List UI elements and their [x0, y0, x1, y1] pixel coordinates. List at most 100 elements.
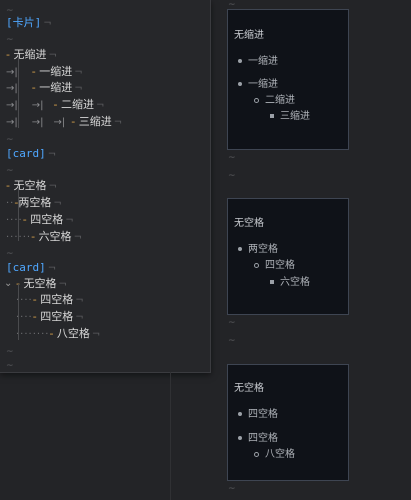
end-marker: ~	[228, 318, 236, 328]
bullet-circle-icon	[254, 451, 259, 457]
tab-marker: →|	[6, 117, 18, 128]
list-item: 四空格	[238, 429, 278, 444]
list-item-text: 四空格	[30, 213, 64, 226]
editor-line-empty[interactable]: ~	[6, 31, 14, 47]
editor-line-list-item[interactable]: →| →| - 二缩进 ¬	[6, 97, 104, 113]
list-dash: -	[32, 310, 37, 323]
list-dash: -	[6, 179, 10, 192]
card-tag: [card]	[6, 261, 46, 274]
list-item-text: 无空格	[23, 277, 57, 290]
list-item-text: 两空格	[18, 196, 52, 209]
editor-line-list-item[interactable]: →| →| →| - 三缩进 ¬	[6, 114, 122, 130]
list-item-text: 一缩进	[39, 65, 73, 78]
editor-line-card-tag[interactable]: [card] ¬	[6, 146, 56, 162]
newline-marker: ¬	[95, 100, 105, 111]
editor-line-empty[interactable]: ~	[6, 131, 14, 147]
list-item-text: 一缩进	[39, 81, 73, 94]
newline-marker: ¬	[74, 83, 83, 94]
editor-line-list-item[interactable]: ····- 四空格 ¬	[6, 212, 74, 228]
bullet-disc-icon	[238, 247, 242, 251]
list-item: 三缩进	[270, 107, 310, 122]
list-item: 八空格	[254, 445, 295, 460]
card-title: 无空格	[234, 218, 264, 229]
end-marker: ~	[6, 347, 14, 357]
end-marker: ~	[228, 336, 236, 346]
list-dash: -	[49, 327, 54, 340]
newline-marker: ¬	[113, 117, 123, 128]
list-item-text: 二缩进	[60, 98, 94, 111]
end-marker: ~	[228, 153, 236, 163]
newline-marker: ¬	[47, 149, 57, 160]
list-dash: -	[6, 48, 10, 61]
list-item-text: 四空格	[40, 293, 74, 306]
newline-marker: ¬	[75, 312, 84, 323]
bullet-disc-icon	[238, 412, 242, 416]
list-item-text: 六空格	[38, 230, 72, 243]
card-tag: [card]	[6, 147, 46, 160]
tab-marker: →|	[31, 117, 44, 128]
list-item-text: 三缩进	[78, 115, 112, 128]
tab-marker: →|	[6, 83, 18, 94]
preview-card: 无空格 四空格 四空格 八空格	[227, 364, 349, 481]
newline-marker: ¬	[43, 18, 52, 29]
editor-line-list-item[interactable]: - 无空格 ¬	[6, 178, 57, 194]
end-marker: ~	[228, 171, 236, 181]
pane-divider	[170, 372, 171, 500]
list-dash: -	[31, 81, 36, 94]
list-dash: -	[53, 98, 58, 111]
newline-marker: ¬	[75, 295, 84, 306]
indent-guide	[18, 54, 19, 128]
space-marker: ····	[6, 215, 23, 226]
space-marker: ········	[16, 329, 50, 340]
editor-line-list-item[interactable]: ··-两空格 ¬	[6, 195, 62, 211]
bullet-square-icon	[270, 114, 274, 118]
end-marker: ~	[6, 135, 14, 145]
editor-line-card-tag[interactable]: [card] ¬	[6, 260, 56, 276]
bullet-disc-icon	[238, 59, 242, 63]
indent-guide	[18, 284, 19, 340]
newline-marker: ¬	[65, 215, 74, 226]
bullet-circle-icon	[254, 262, 259, 268]
editor-line-list-item[interactable]: ⌄- 无空格¬	[4, 276, 67, 292]
list-item-text: 八空格	[56, 327, 90, 340]
end-marker: ~	[6, 249, 14, 259]
editor-line-list-item[interactable]: - 无缩进 ¬	[6, 47, 57, 63]
newline-marker: ¬	[73, 232, 82, 243]
editor-line-card-tag[interactable]: [卡片] ¬	[6, 15, 52, 31]
card-tag: [卡片]	[6, 16, 42, 29]
editor-line-empty[interactable]: ~	[6, 357, 14, 372]
newline-marker: ¬	[47, 263, 57, 274]
newline-marker: ¬	[91, 329, 101, 340]
bullet-circle-icon	[254, 97, 259, 103]
preview-card: 无空格 两空格 四空格 六空格	[227, 198, 349, 315]
editor-line-list-item[interactable]: ········- 八空格 ¬	[6, 326, 100, 342]
editor-line-empty[interactable]: ~	[6, 162, 14, 178]
end-marker: ~	[6, 166, 14, 176]
markdown-editor-pane[interactable]: ~ [卡片] ¬ ~ - 无缩进 ¬ →| - 一缩进 ¬ →| - 一缩进 ¬ →| →| -…	[0, 0, 211, 373]
newline-marker: ¬	[53, 198, 62, 209]
list-dash: -	[32, 293, 37, 306]
end-marker: ~	[6, 35, 14, 45]
bullet-square-icon	[270, 280, 274, 284]
preview-card: 无缩进 一缩进 一缩进 二缩进 三缩进	[227, 9, 349, 150]
indent-guide	[18, 186, 19, 241]
newline-marker: ¬	[48, 50, 57, 61]
end-marker: ~	[6, 361, 14, 371]
fold-chevron-icon[interactable]: ⌄	[4, 276, 12, 292]
newline-marker: ¬	[48, 181, 57, 192]
tab-marker: →|	[31, 100, 44, 111]
bullet-disc-icon	[238, 436, 242, 440]
list-item: 两空格	[238, 240, 278, 255]
list-dash: -	[31, 65, 36, 78]
card-title: 无缩进	[234, 30, 264, 41]
list-dash: -	[22, 213, 27, 226]
tab-marker: →|	[53, 117, 66, 128]
list-item-text: 四空格	[40, 310, 74, 323]
bullet-disc-icon	[238, 82, 242, 86]
tab-marker: →|	[6, 100, 18, 111]
editor-line-empty[interactable]: ~	[6, 245, 14, 261]
list-item: 四空格	[238, 405, 278, 420]
list-item: 一缩进	[238, 75, 278, 90]
list-item: 一缩进	[238, 52, 278, 67]
tab-marker: →|	[6, 67, 18, 78]
